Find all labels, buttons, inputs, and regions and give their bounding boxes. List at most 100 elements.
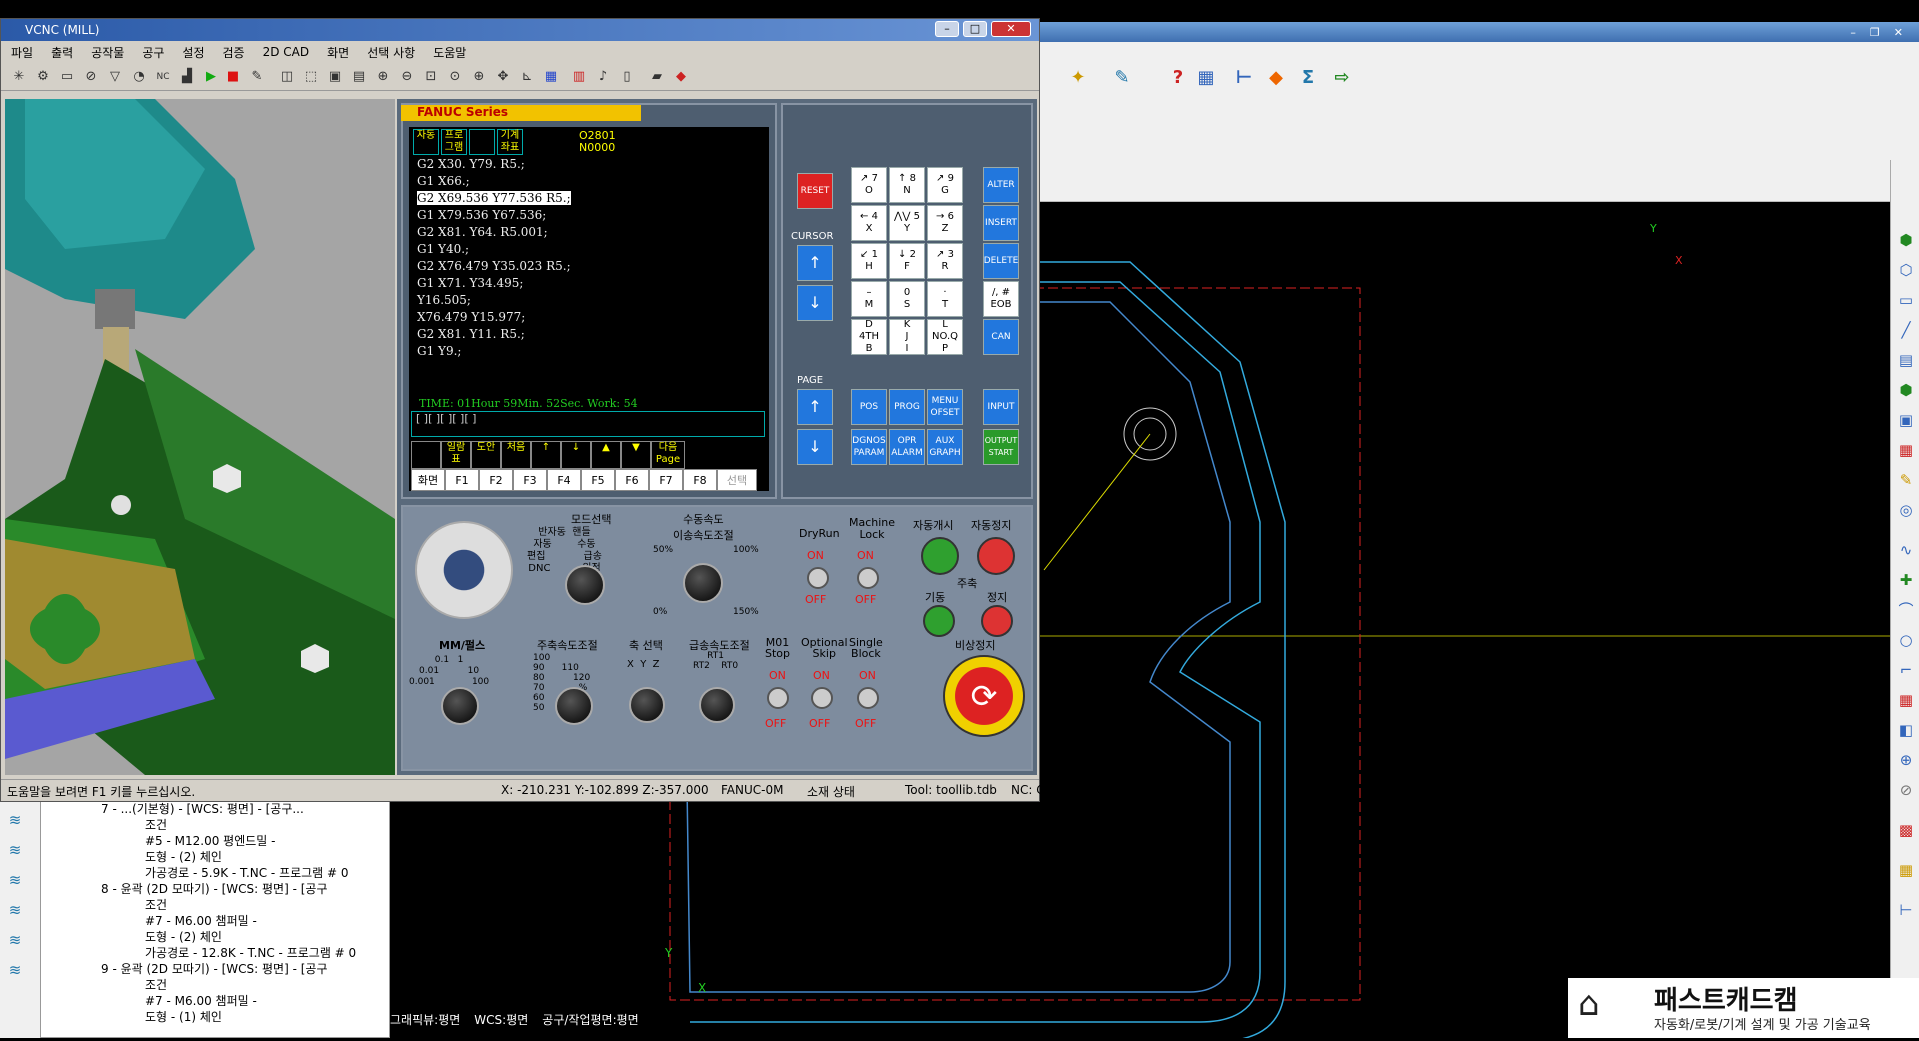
menu-options[interactable]: 선택 사항	[367, 44, 415, 61]
open-icon[interactable]: ▭	[57, 67, 77, 87]
op-icon-2[interactable]: ≋	[5, 840, 25, 860]
tab-program[interactable]: 프로 그램	[441, 129, 467, 155]
arc-icon[interactable]: ⌒	[1896, 600, 1916, 620]
softkey-up[interactable]: ↑	[531, 441, 561, 469]
fkey-f7[interactable]: F7	[649, 469, 683, 491]
close-button[interactable]: ✕	[991, 21, 1031, 37]
tree-item[interactable]: 조건	[145, 976, 167, 993]
key-3[interactable]: ↗ 3 R	[927, 243, 963, 279]
minimize-button[interactable]: –	[935, 21, 959, 37]
machine-3d-view[interactable]	[5, 99, 395, 775]
palette-icon[interactable]: ▩	[1896, 820, 1916, 840]
circle-icon[interactable]: ○	[1896, 630, 1916, 650]
zoom-in-icon[interactable]: ⊕	[373, 67, 393, 87]
zoom-fit-icon[interactable]: ⊙	[445, 67, 465, 87]
optional-skip-switch[interactable]	[811, 687, 833, 709]
solid-tool-icon[interactable]: ✦	[1064, 64, 1092, 90]
trim-icon[interactable]: ⌐	[1896, 660, 1916, 680]
softkey-page-up[interactable]: ▲	[591, 441, 621, 469]
key-9[interactable]: ↗ 9 G	[927, 167, 963, 203]
zoom-window-icon[interactable]: ⊡	[421, 67, 441, 87]
softkey-next-page[interactable]: 다음 Page	[651, 441, 685, 469]
minimize-icon[interactable]: –	[1850, 26, 1856, 39]
no-icon[interactable]: ⊘	[1896, 780, 1916, 800]
spindle-override-knob[interactable]	[555, 687, 593, 725]
table-icon[interactable]: ▦	[1896, 690, 1916, 710]
cube-icon[interactable]: ⬢	[1896, 230, 1916, 250]
tree-item[interactable]: 가공경로 - 12.8K - T.NC - 프로그램 # 0	[145, 944, 356, 961]
rapid-override-knob[interactable]	[699, 687, 735, 723]
settings-icon[interactable]: ⚙	[33, 67, 53, 87]
shade-icon[interactable]: ⬢	[1896, 380, 1916, 400]
grid-icon[interactable]: ▦	[1896, 440, 1916, 460]
menu-2dcad[interactable]: 2D CAD	[263, 45, 310, 59]
tree-item[interactable]: 8 - 윤곽 (2D 모따기) - [WCS: 평면] - [공구	[101, 880, 328, 897]
close-icon[interactable]: ✕	[1894, 26, 1903, 39]
delete-button[interactable]: DELETE	[983, 243, 1019, 279]
cursor-down-button[interactable]: ↓	[797, 285, 833, 321]
fkey-screen[interactable]: 화면	[411, 469, 445, 491]
key-2[interactable]: ↓ 2 F	[889, 243, 925, 279]
circle-tool-icon[interactable]: ◔	[129, 67, 149, 87]
dryrun-switch[interactable]	[807, 567, 829, 589]
menu-workpiece[interactable]: 공작물	[91, 44, 124, 61]
maximize-button[interactable]: □	[963, 21, 987, 37]
key-6[interactable]: → 6 Z	[927, 205, 963, 241]
operations-tree[interactable]: 7 - ...(기본형) - [WCS: 평면] - [공구... 조건 #5 …	[40, 795, 390, 1038]
spindle-start-button[interactable]	[923, 605, 955, 637]
page-down-button[interactable]: ↓	[797, 429, 833, 465]
op-icon-6[interactable]: ≋	[5, 960, 25, 980]
machine-lock-switch[interactable]	[857, 567, 879, 589]
key-4th[interactable]: D 4TH B	[851, 319, 887, 355]
dgnos-button[interactable]: DGNOS PARAM	[851, 429, 887, 465]
key-1[interactable]: ↙ 1 H	[851, 243, 887, 279]
shading-tool-icon[interactable]: ◆	[1262, 64, 1290, 90]
output-start-button[interactable]: OUTPUT START	[983, 429, 1019, 465]
stop-icon[interactable]: ■	[223, 67, 243, 87]
tab-blank[interactable]	[469, 129, 495, 155]
emergency-stop-button[interactable]: ⟳	[943, 655, 1025, 737]
menu-view[interactable]: 화면	[327, 44, 349, 61]
op-icon-1[interactable]: ≋	[5, 810, 25, 830]
reset-button[interactable]: RESET	[797, 173, 833, 209]
op-icon-4[interactable]: ≋	[5, 900, 25, 920]
chart-icon[interactable]: ▟	[177, 67, 197, 87]
tree-item[interactable]: 7 - ...(기본형) - [WCS: 평면] - [공구...	[101, 800, 304, 817]
can-button[interactable]: CAN	[983, 319, 1019, 355]
menu-help[interactable]: 도움말	[433, 44, 466, 61]
fkey-f6[interactable]: F6	[615, 469, 649, 491]
offset-button[interactable]: MENU OFSET	[927, 389, 963, 425]
handwheel[interactable]	[415, 521, 513, 619]
cycle-start-button[interactable]	[921, 537, 959, 575]
key-7[interactable]: ↗ 7 O	[851, 167, 887, 203]
insert-button[interactable]: INSERT	[983, 205, 1019, 241]
fkey-f1[interactable]: F1	[445, 469, 479, 491]
view-top-icon[interactable]: ▣	[325, 67, 345, 87]
key-4[interactable]: ← 4 X	[851, 205, 887, 241]
sigma-icon[interactable]: Σ	[1294, 64, 1322, 90]
alarm-button[interactable]: OPR ALARM	[889, 429, 925, 465]
fkey-f8[interactable]: F8	[683, 469, 717, 491]
pencil-icon[interactable]: ✎	[1896, 470, 1916, 490]
key-5[interactable]: ⋀⋁ 5 Y	[889, 205, 925, 241]
measure-icon[interactable]: ⊢	[1896, 900, 1916, 920]
tree-item[interactable]: 도형 - (2) 체인	[145, 848, 222, 865]
menu-output[interactable]: 출력	[51, 44, 73, 61]
feed-hold-button[interactable]	[977, 537, 1015, 575]
cursor-up-button[interactable]: ↑	[797, 245, 833, 281]
measure-icon[interactable]: ▥	[569, 67, 589, 87]
pen-tool-icon[interactable]: ✎	[1108, 64, 1136, 90]
tool-icon[interactable]: ✳	[9, 67, 29, 87]
target-icon[interactable]: ◎	[1896, 500, 1916, 520]
color-icon[interactable]: ▦	[1896, 860, 1916, 880]
op-icon-3[interactable]: ≋	[5, 870, 25, 890]
menu-file[interactable]: 파일	[11, 44, 33, 61]
layer-icon[interactable]: ▤	[1896, 350, 1916, 370]
report-icon[interactable]: ▯	[617, 67, 637, 87]
folder-icon[interactable]: ▰	[647, 67, 667, 87]
zoom-icon[interactable]: ⊕	[469, 67, 489, 87]
fkey-f4[interactable]: F4	[547, 469, 581, 491]
tab-auto[interactable]: 자동	[413, 129, 439, 155]
key-dot[interactable]: · T	[927, 281, 963, 317]
key-8[interactable]: ↑ 8 N	[889, 167, 925, 203]
